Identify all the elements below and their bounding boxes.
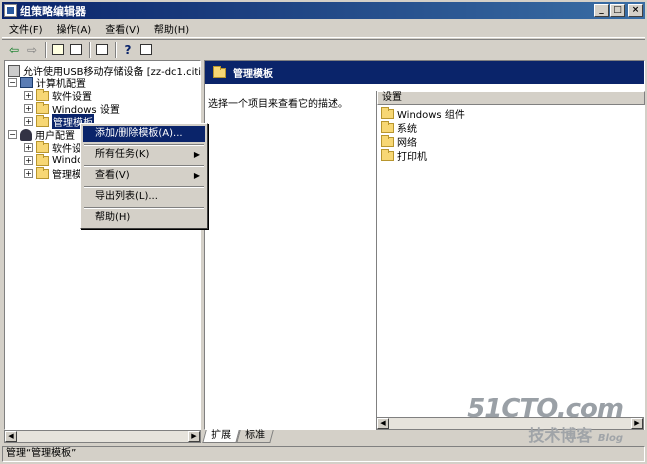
tree-horizontal-scrollbar[interactable]: ◀ ▶ — [4, 430, 201, 443]
menu-file[interactable]: 文件(F) — [2, 21, 50, 36]
tab-extended[interactable]: 扩展 — [202, 430, 240, 443]
folder-icon — [381, 120, 394, 133]
close-button[interactable]: × — [628, 4, 643, 17]
toolbar-separator — [45, 41, 47, 58]
settings-list[interactable]: 设置 Windows 组件 系统 网络 打印机 — [376, 91, 645, 429]
menu-separator — [84, 186, 204, 188]
collapse-icon[interactable]: − — [8, 130, 17, 139]
context-export-list[interactable]: 导出列表(L)... — [83, 189, 205, 205]
collapse-icon[interactable]: − — [8, 78, 17, 87]
folder-icon — [381, 134, 394, 147]
list-item[interactable]: 系统 — [381, 120, 417, 135]
folder-icon — [213, 65, 226, 78]
toolbar: ⇦ ⇨ ? — [2, 39, 645, 59]
menu-help[interactable]: 帮助(H) — [147, 21, 196, 36]
description-text: 选择一个项目来查看它的描述。 — [208, 99, 348, 110]
folder-icon — [381, 106, 394, 119]
status-bar: 管理“管理模板” — [2, 446, 645, 462]
folder-icon — [36, 140, 49, 153]
view-tabs: 扩展 标准 — [202, 430, 645, 444]
tree-item-label: 管理模 — [52, 170, 82, 181]
list-item-label: Windows 组件 — [397, 110, 465, 121]
title-bar: 组策略编辑器 _ □ × — [2, 2, 645, 19]
list-item[interactable]: 网络 — [381, 134, 417, 149]
computer-icon — [20, 77, 33, 88]
expand-icon[interactable]: + — [24, 104, 33, 113]
submenu-arrow-icon: ▶ — [193, 171, 200, 180]
show-hide-tree-icon[interactable] — [68, 42, 84, 58]
back-icon[interactable]: ⇦ — [6, 42, 22, 58]
menu-bar: 文件(F) 操作(A) 查看(V) 帮助(H) — [2, 20, 645, 38]
context-help[interactable]: 帮助(H) — [83, 210, 205, 226]
list-item[interactable]: 打印机 — [381, 148, 427, 163]
folder-icon — [36, 166, 49, 179]
expand-icon[interactable]: + — [24, 156, 33, 165]
user-icon — [20, 128, 32, 141]
toolbar-separator — [115, 41, 117, 58]
up-folder-icon[interactable] — [50, 42, 66, 58]
scroll-left-icon[interactable]: ◀ — [5, 431, 17, 442]
app-icon — [4, 4, 17, 17]
submenu-arrow-icon: ▶ — [193, 150, 200, 159]
folder-icon — [381, 148, 394, 161]
scroll-left-icon[interactable]: ◀ — [377, 418, 389, 429]
scroll-right-icon[interactable]: ▶ — [631, 418, 643, 429]
window-title: 组策略编辑器 — [20, 4, 86, 18]
export-list-icon[interactable] — [94, 42, 110, 58]
tree-item-user-admin[interactable]: + 管理模 — [24, 166, 82, 181]
folder-icon — [36, 101, 49, 114]
folder-icon — [36, 153, 49, 166]
gpo-editor-window: 组策略编辑器 _ □ × 文件(F) 操作(A) 查看(V) 帮助(H) ⇦ ⇨… — [0, 0, 647, 464]
context-view[interactable]: 查看(V) ▶ — [83, 168, 205, 184]
toolbar-separator — [89, 41, 91, 58]
expand-icon[interactable]: + — [24, 143, 33, 152]
menu-separator — [84, 207, 204, 209]
properties-icon[interactable] — [138, 42, 154, 58]
tab-standard[interactable]: 标准 — [236, 430, 274, 443]
tree-pane[interactable]: 允许使用USB移动存储设备 [zz-dc1.citi − 计算机配置 + 软件设… — [4, 60, 201, 430]
maximize-button[interactable]: □ — [610, 4, 625, 17]
folder-icon — [36, 88, 49, 101]
expand-icon[interactable]: + — [24, 117, 33, 126]
list-item[interactable]: Windows 组件 — [381, 106, 465, 121]
menu-separator — [84, 165, 204, 167]
expand-icon[interactable]: + — [24, 169, 33, 178]
context-menu: 添加/删除模板(A)... 所有任务(K) ▶ 查看(V) ▶ 导出列表(L)...… — [80, 123, 208, 229]
forward-icon[interactable]: ⇨ — [24, 42, 40, 58]
column-header-settings[interactable]: 设置 — [377, 91, 645, 105]
list-item-label: 打印机 — [397, 152, 427, 163]
list-item-label: 网络 — [397, 138, 417, 149]
menu-separator — [84, 144, 204, 146]
details-title: 管理模板 — [233, 69, 273, 80]
minimize-button[interactable]: _ — [594, 4, 609, 17]
list-item-label: 系统 — [397, 124, 417, 135]
context-all-tasks[interactable]: 所有任务(K) ▶ — [83, 147, 205, 163]
details-pane: 管理模板 选择一个项目来查看它的描述。 设置 Windows 组件 系统 网络 … — [204, 60, 645, 430]
help-icon[interactable]: ? — [120, 42, 136, 58]
menu-view[interactable]: 查看(V) — [98, 21, 147, 36]
expand-icon[interactable]: + — [24, 91, 33, 100]
policy-icon — [8, 64, 20, 77]
details-header: 管理模板 — [205, 61, 644, 84]
menu-action[interactable]: 操作(A) — [50, 21, 99, 36]
context-add-remove-templates[interactable]: 添加/删除模板(A)... — [83, 126, 205, 142]
scroll-right-icon[interactable]: ▶ — [188, 431, 200, 442]
tree-item-user-software[interactable]: + 软件设 — [24, 140, 82, 155]
folder-icon — [36, 114, 49, 127]
watermark-site: 51CTO.com — [467, 394, 624, 424]
tree-item-label: 软件设 — [52, 144, 82, 155]
